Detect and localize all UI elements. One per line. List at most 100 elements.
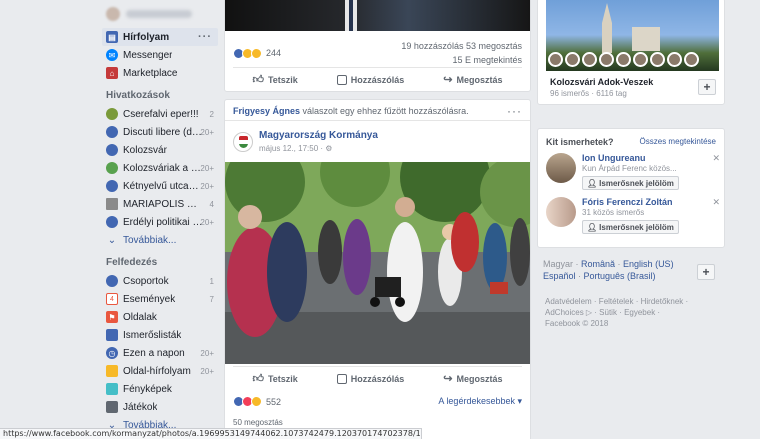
shortcut-label: Cserefalvi eper!!!: [123, 108, 199, 120]
reaction-count[interactable]: 552: [266, 397, 281, 407]
post-actions: 👍︎ Tetszik Hozzászólás ↪ Megosztás: [233, 67, 522, 91]
group-icon: [106, 162, 118, 174]
explore-count: 1: [209, 276, 214, 286]
profile-link[interactable]: [102, 0, 218, 28]
shortcut-item[interactable]: Cserefalvi eper!!! 2: [102, 105, 218, 123]
person-name-link[interactable]: Fóris Ferenczi Zoltán: [582, 197, 673, 207]
shortcut-count: 4: [209, 199, 214, 209]
more-languages-button[interactable]: +: [697, 264, 715, 280]
explore-label: Ismerőslisták: [123, 329, 182, 341]
group-cover-photo[interactable]: [546, 0, 719, 71]
comment-count[interactable]: 19 hozzászólás: [401, 41, 463, 51]
share-label: Megosztás: [456, 373, 503, 384]
comment-icon: [336, 74, 347, 85]
language-link-english[interactable]: English (US): [623, 259, 674, 269]
footer-line[interactable]: Adatvédelem · Feltételek · Hirdetőknek ·: [545, 296, 723, 307]
more-options-icon[interactable]: ···: [198, 31, 212, 43]
group-name-link[interactable]: Kolozsvári Adok-Veszek: [550, 77, 653, 87]
share-button[interactable]: ↪ Megosztás: [443, 73, 502, 86]
shortcut-label: Kétnyelvű utcanévt...: [123, 180, 203, 192]
view-count: 15 E megtekintés: [452, 55, 522, 65]
engagement-stats: 19 hozzászólás 53 megosztás 15 E megteki…: [401, 39, 522, 67]
group-icon: [106, 180, 118, 192]
post-photo[interactable]: [225, 0, 530, 31]
shortcut-item[interactable]: MARIAPOLIS RO... 4: [102, 195, 218, 213]
language-selector: Magyar · Română · English (US) Español ·…: [537, 258, 725, 298]
calendar-icon: 4: [106, 293, 118, 305]
reaction-count[interactable]: 244: [266, 48, 281, 58]
explore-label: Események: [123, 293, 176, 305]
shortcut-item[interactable]: Kolozsváriak a nag... 20+: [102, 159, 218, 177]
share-count[interactable]: 53 megosztás: [466, 41, 522, 51]
member-avatar: [650, 52, 665, 67]
share-label: Megosztás: [456, 74, 503, 85]
share-button[interactable]: ↪ Megosztás: [443, 372, 502, 385]
sharer-name-link[interactable]: Frigyesy Ágnes: [233, 106, 300, 116]
share-count[interactable]: 50 megosztás: [233, 418, 283, 427]
shortcuts-more-link[interactable]: ⌄ Továbbiak...: [102, 231, 218, 249]
explore-label: Fényképek: [123, 383, 172, 395]
explore-label: Csoportok: [123, 275, 169, 287]
sidebar-item-marketplace[interactable]: ⌂ Marketplace: [102, 64, 218, 82]
person-avatar[interactable]: [546, 153, 576, 183]
add-friend-button[interactable]: 👤︎ Ismerősnek jelölöm: [582, 220, 679, 234]
sidebar-item-messenger[interactable]: ✉ Messenger: [102, 46, 218, 64]
comment-button[interactable]: Hozzászólás: [336, 373, 404, 384]
explore-item-pages[interactable]: ⚑ Oldalak: [102, 308, 218, 326]
explore-item-events[interactable]: 4 Események 7: [102, 290, 218, 308]
language-link-spanish[interactable]: Español: [543, 271, 576, 281]
member-avatar: [599, 52, 614, 67]
post-photo[interactable]: [225, 162, 530, 364]
explore-item-groups[interactable]: Csoportok 1: [102, 272, 218, 290]
sidebar-item-label: Messenger: [123, 49, 173, 61]
explore-item-on-this-day[interactable]: ◷ Ezen a napon 20+: [102, 344, 218, 362]
like-label: Tetszik: [267, 373, 298, 384]
add-friend-button[interactable]: 👤︎ Ismerősnek jelölöm: [582, 176, 679, 190]
explore-item-games[interactable]: Játékok: [102, 398, 218, 416]
page-name-link[interactable]: Magyarország Kormánya: [259, 130, 378, 141]
like-button[interactable]: 👍︎ Tetszik: [252, 372, 297, 385]
shortcut-count: 2: [209, 109, 214, 119]
pages-feed-icon: [106, 365, 118, 377]
explore-item-friend-lists[interactable]: Ismerőslisták: [102, 326, 218, 344]
profile-name-blurred: [126, 10, 192, 18]
shortcut-item[interactable]: Kolozsvár: [102, 141, 218, 159]
explore-item-pages-feed[interactable]: Oldal-hírfolyam 20+: [102, 362, 218, 380]
language-link-portuguese[interactable]: Português (Brasil): [584, 271, 656, 281]
shortcut-item[interactable]: Kétnyelvű utcanévt... 20+: [102, 177, 218, 195]
explore-count: 7: [209, 294, 214, 304]
explore-item-photos[interactable]: Fényképek: [102, 380, 218, 398]
post-actions: 👍︎ Tetszik Hozzászólás ↪ Megosztás: [233, 366, 522, 390]
header-divider: [225, 120, 530, 121]
explore-heading: Felfedezés: [106, 257, 158, 268]
share-icon: ↪: [443, 373, 453, 385]
comment-sort-dropdown[interactable]: A legérdekesebbek ▾: [438, 396, 522, 407]
friend-list-icon: [106, 329, 118, 341]
share-icon: ↪: [443, 74, 453, 86]
explore-label: Oldalak: [123, 311, 157, 323]
post-timestamp[interactable]: május 12., 17:50 · ⚙: [259, 144, 332, 153]
person-name-link[interactable]: Ion Ungureanu: [582, 153, 646, 163]
current-language: Magyar: [543, 259, 574, 269]
mutual-friends-text: 31 közös ismerős: [582, 208, 645, 217]
language-link-romanian[interactable]: Română: [581, 259, 615, 269]
comment-button[interactable]: Hozzászólás: [336, 74, 404, 85]
person-avatar[interactable]: [546, 197, 576, 227]
close-icon[interactable]: ✕: [712, 153, 720, 164]
footer-line[interactable]: AdChoices ▷ · Sütik · Egyebek ·: [545, 307, 723, 318]
shortcut-item[interactable]: Erdélyi politikai bes... 20+: [102, 213, 218, 231]
shortcut-item[interactable]: Discuti libere (dar ... 20+: [102, 123, 218, 141]
sidebar-item-newsfeed[interactable]: ▤ Hírfolyam ···: [102, 28, 218, 46]
like-button[interactable]: 👍︎ Tetszik: [252, 73, 297, 86]
wow-reaction-icon: [251, 47, 262, 59]
page-avatar[interactable]: [233, 132, 253, 152]
see-all-link[interactable]: Összes megtekintése: [640, 137, 716, 146]
coat-of-arms-icon: [238, 136, 248, 148]
close-icon[interactable]: ✕: [712, 197, 720, 208]
post-options-icon[interactable]: ···: [507, 104, 522, 118]
member-avatar: [582, 52, 597, 67]
shortcut-label: Erdélyi politikai bes...: [123, 216, 203, 228]
clock-icon: ◷: [106, 347, 118, 359]
join-group-button[interactable]: +: [698, 79, 716, 95]
comment-icon: [336, 373, 347, 384]
